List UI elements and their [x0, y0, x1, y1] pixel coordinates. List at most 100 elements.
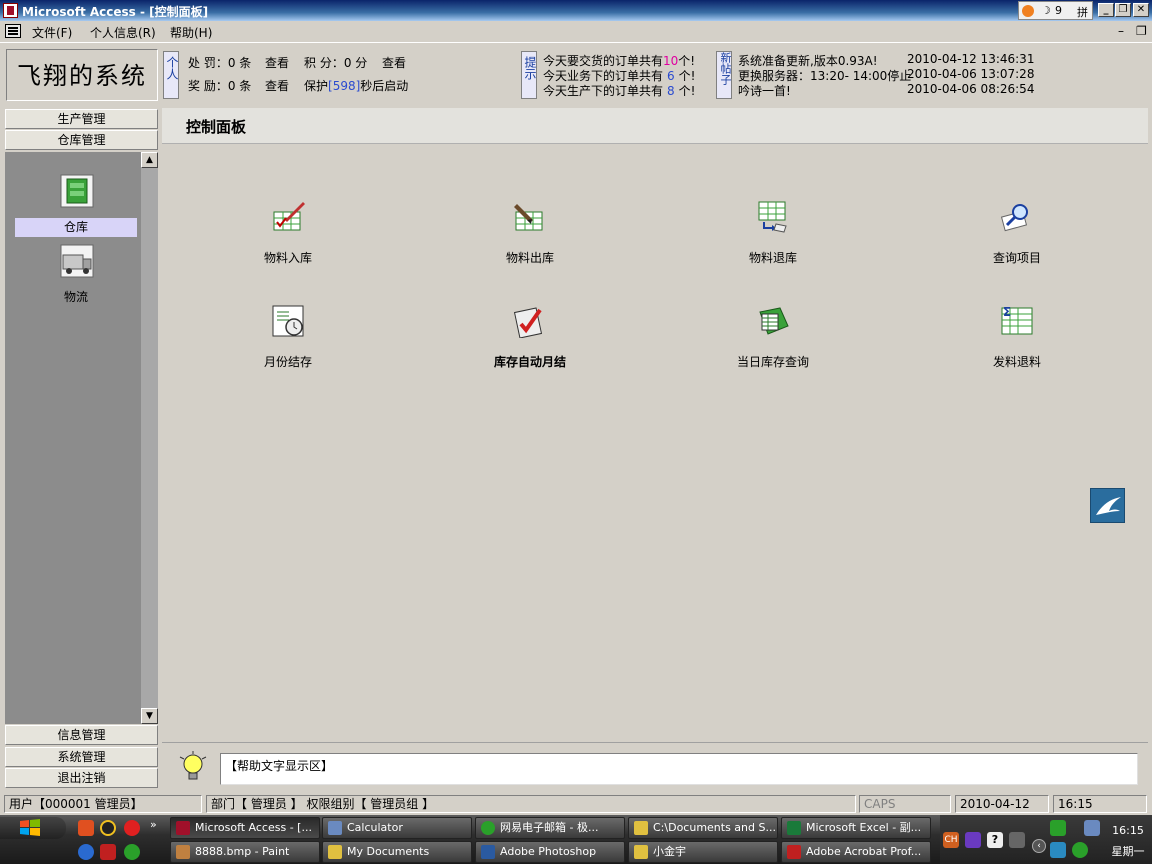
- tile-monthly-balance[interactable]: 月份结存: [218, 304, 358, 370]
- truck-icon[interactable]: [60, 244, 94, 278]
- tray-expand-icon[interactable]: ‹: [1032, 839, 1046, 853]
- taskbar-calculator[interactable]: Calculator: [322, 817, 472, 839]
- news-tag-label: 新帖子: [719, 52, 732, 85]
- mail-icon: [481, 821, 495, 835]
- app-icon[interactable]: [100, 844, 116, 860]
- sidebar-group-production[interactable]: 生产管理: [5, 109, 158, 129]
- ime-toolbar[interactable]: ☽ 9 拼: [1018, 1, 1093, 20]
- news-time-1: 2010-04-12 13:46:31: [907, 52, 1035, 66]
- quicklaunch-more-icon[interactable]: »: [150, 818, 157, 831]
- taskbar-folder[interactable]: 小金宇: [628, 841, 778, 863]
- photoshop-icon: [481, 845, 495, 859]
- tip-count: 10: [663, 54, 679, 68]
- sidebar-group-system[interactable]: 系统管理: [5, 747, 158, 767]
- folder-icon: [634, 821, 648, 835]
- taskbar-excel[interactable]: Microsoft Excel - 副...: [781, 817, 931, 839]
- status-date: 2010-04-12: [955, 795, 1049, 813]
- menu-help[interactable]: 帮助(H): [170, 24, 212, 41]
- reward-view-link[interactable]: 查看: [265, 77, 289, 94]
- clock-day[interactable]: 星期一: [1108, 843, 1148, 859]
- taskbar-paint[interactable]: 8888.bmp - Paint: [170, 841, 320, 863]
- tile-query[interactable]: 查询项目: [947, 200, 1087, 266]
- tile-material-return[interactable]: 物料退库: [703, 200, 843, 266]
- tile-material-in[interactable]: 物料入库: [218, 200, 358, 266]
- tile-material-out[interactable]: 物料出库: [460, 200, 600, 266]
- ime-half-width[interactable]: 9: [1055, 4, 1062, 17]
- tile-auto-monthly-close[interactable]: 库存自动月结: [460, 304, 600, 370]
- taskbar-my-documents[interactable]: My Documents: [322, 841, 472, 863]
- minimize-button[interactable]: _: [1098, 3, 1114, 17]
- tile-daily-stock[interactable]: 当日库存查询: [703, 304, 843, 370]
- personal-tag[interactable]: 个人: [163, 51, 179, 99]
- taskbar-mail[interactable]: 网易电子邮箱 - 极...: [475, 817, 625, 839]
- tips-tag[interactable]: 提示: [521, 51, 537, 99]
- issue-return-icon: Σ: [1001, 305, 1033, 335]
- tip-line-3[interactable]: 今天生产下的订单共有 8 个!: [543, 82, 695, 99]
- network-icon[interactable]: [1050, 820, 1066, 836]
- browser-icon[interactable]: [124, 820, 140, 836]
- tile-label: 库存自动月结: [493, 355, 566, 369]
- taskbar-explorer[interactable]: C:\Documents and S...: [628, 817, 778, 839]
- reward-label: 奖 励：0 条: [188, 79, 252, 93]
- sidebar-item-warehouse[interactable]: 仓库: [15, 218, 137, 237]
- doc-restore-icon[interactable]: ❐: [1136, 24, 1147, 38]
- tip-count: 6: [667, 69, 675, 83]
- ime-logo-icon[interactable]: [1022, 5, 1034, 17]
- sidebar-group-logout[interactable]: 退出注销: [5, 768, 158, 788]
- task-label: Microsoft Excel - 副...: [806, 821, 922, 834]
- moon-icon[interactable]: ☽: [1041, 4, 1051, 17]
- system-name: 飞翔的系统: [6, 49, 158, 101]
- clock-time[interactable]: 16:15: [1108, 824, 1148, 837]
- security-icon[interactable]: [1050, 842, 1066, 858]
- penalty-view-link[interactable]: 查看: [265, 54, 289, 71]
- form-menu-icon[interactable]: [5, 24, 21, 38]
- status-time: 16:15: [1053, 795, 1147, 813]
- task-label: C:\Documents and S...: [653, 821, 776, 834]
- taskbar-photoshop[interactable]: Adobe Photoshop: [475, 841, 625, 863]
- tile-issue-return[interactable]: Σ 发料退料: [947, 304, 1087, 370]
- floating-launch-button[interactable]: [1090, 488, 1125, 523]
- connection-icon[interactable]: [1009, 832, 1025, 848]
- close-button[interactable]: ✕: [1133, 3, 1149, 17]
- menu-file[interactable]: 文件(F): [32, 24, 72, 41]
- page-title: 控制面板: [186, 118, 247, 136]
- task-label: 网易电子邮箱 - 极...: [500, 821, 599, 834]
- points-view-link[interactable]: 查看: [382, 54, 406, 71]
- doc-minimize-icon[interactable]: –: [1118, 24, 1124, 38]
- ie-icon[interactable]: [78, 844, 94, 860]
- news-item-3[interactable]: 吟诗一首!: [738, 82, 791, 99]
- auto-monthly-close-icon: [513, 307, 543, 339]
- restore-button[interactable]: ❐: [1115, 3, 1131, 17]
- qq-icon[interactable]: [100, 820, 116, 836]
- menu-personal-info[interactable]: 个人信息(R): [90, 24, 156, 41]
- protect-countdown: 保护[598]秒后启动: [304, 77, 408, 94]
- taskbar-acrobat[interactable]: Adobe Acrobat Prof...: [781, 841, 931, 863]
- paint-icon: [176, 845, 190, 859]
- news-tag[interactable]: 新帖子: [716, 51, 732, 99]
- status-user: 用户【000001 管理员】: [4, 795, 202, 813]
- access-app-icon[interactable]: [3, 3, 18, 18]
- tile-label: 发料退料: [992, 355, 1041, 369]
- folder-icon: [634, 845, 648, 859]
- scroll-down-icon[interactable]: ▼: [141, 708, 158, 724]
- sidebar-group-info[interactable]: 信息管理: [5, 725, 158, 745]
- warehouse-icon[interactable]: [60, 174, 94, 208]
- start-button[interactable]: [0, 817, 66, 839]
- language-icon[interactable]: CH: [943, 832, 959, 848]
- help-tray-icon[interactable]: ?: [987, 832, 1003, 848]
- sidebar-group-warehouse[interactable]: 仓库管理: [5, 130, 158, 150]
- news-time-3: 2010-04-06 08:26:54: [907, 82, 1035, 96]
- scroll-up-icon[interactable]: ▲: [141, 152, 158, 168]
- sidebar-scrollbar[interactable]: ▲ ▼: [141, 152, 158, 724]
- chat-icon[interactable]: [124, 844, 140, 860]
- quicklaunch-home-icon[interactable]: [78, 820, 94, 836]
- title-bar[interactable]: Microsoft Access - [控制面板] ☽ 9 拼 _ ❐ ✕: [0, 0, 1152, 21]
- taskbar-access[interactable]: Microsoft Access - [...: [170, 817, 320, 839]
- ime-tray-icon[interactable]: [965, 832, 981, 848]
- task-label: Calculator: [347, 821, 403, 834]
- volume-icon[interactable]: [1084, 820, 1100, 836]
- sidebar-item-logistics[interactable]: 物流: [15, 288, 137, 305]
- ime-mode[interactable]: 拼: [1077, 4, 1088, 20]
- status-bar: 用户【000001 管理员】 部门【 管理员 】 权限组别【 管理员组 】 CA…: [0, 794, 1152, 814]
- shield-icon[interactable]: [1072, 842, 1088, 858]
